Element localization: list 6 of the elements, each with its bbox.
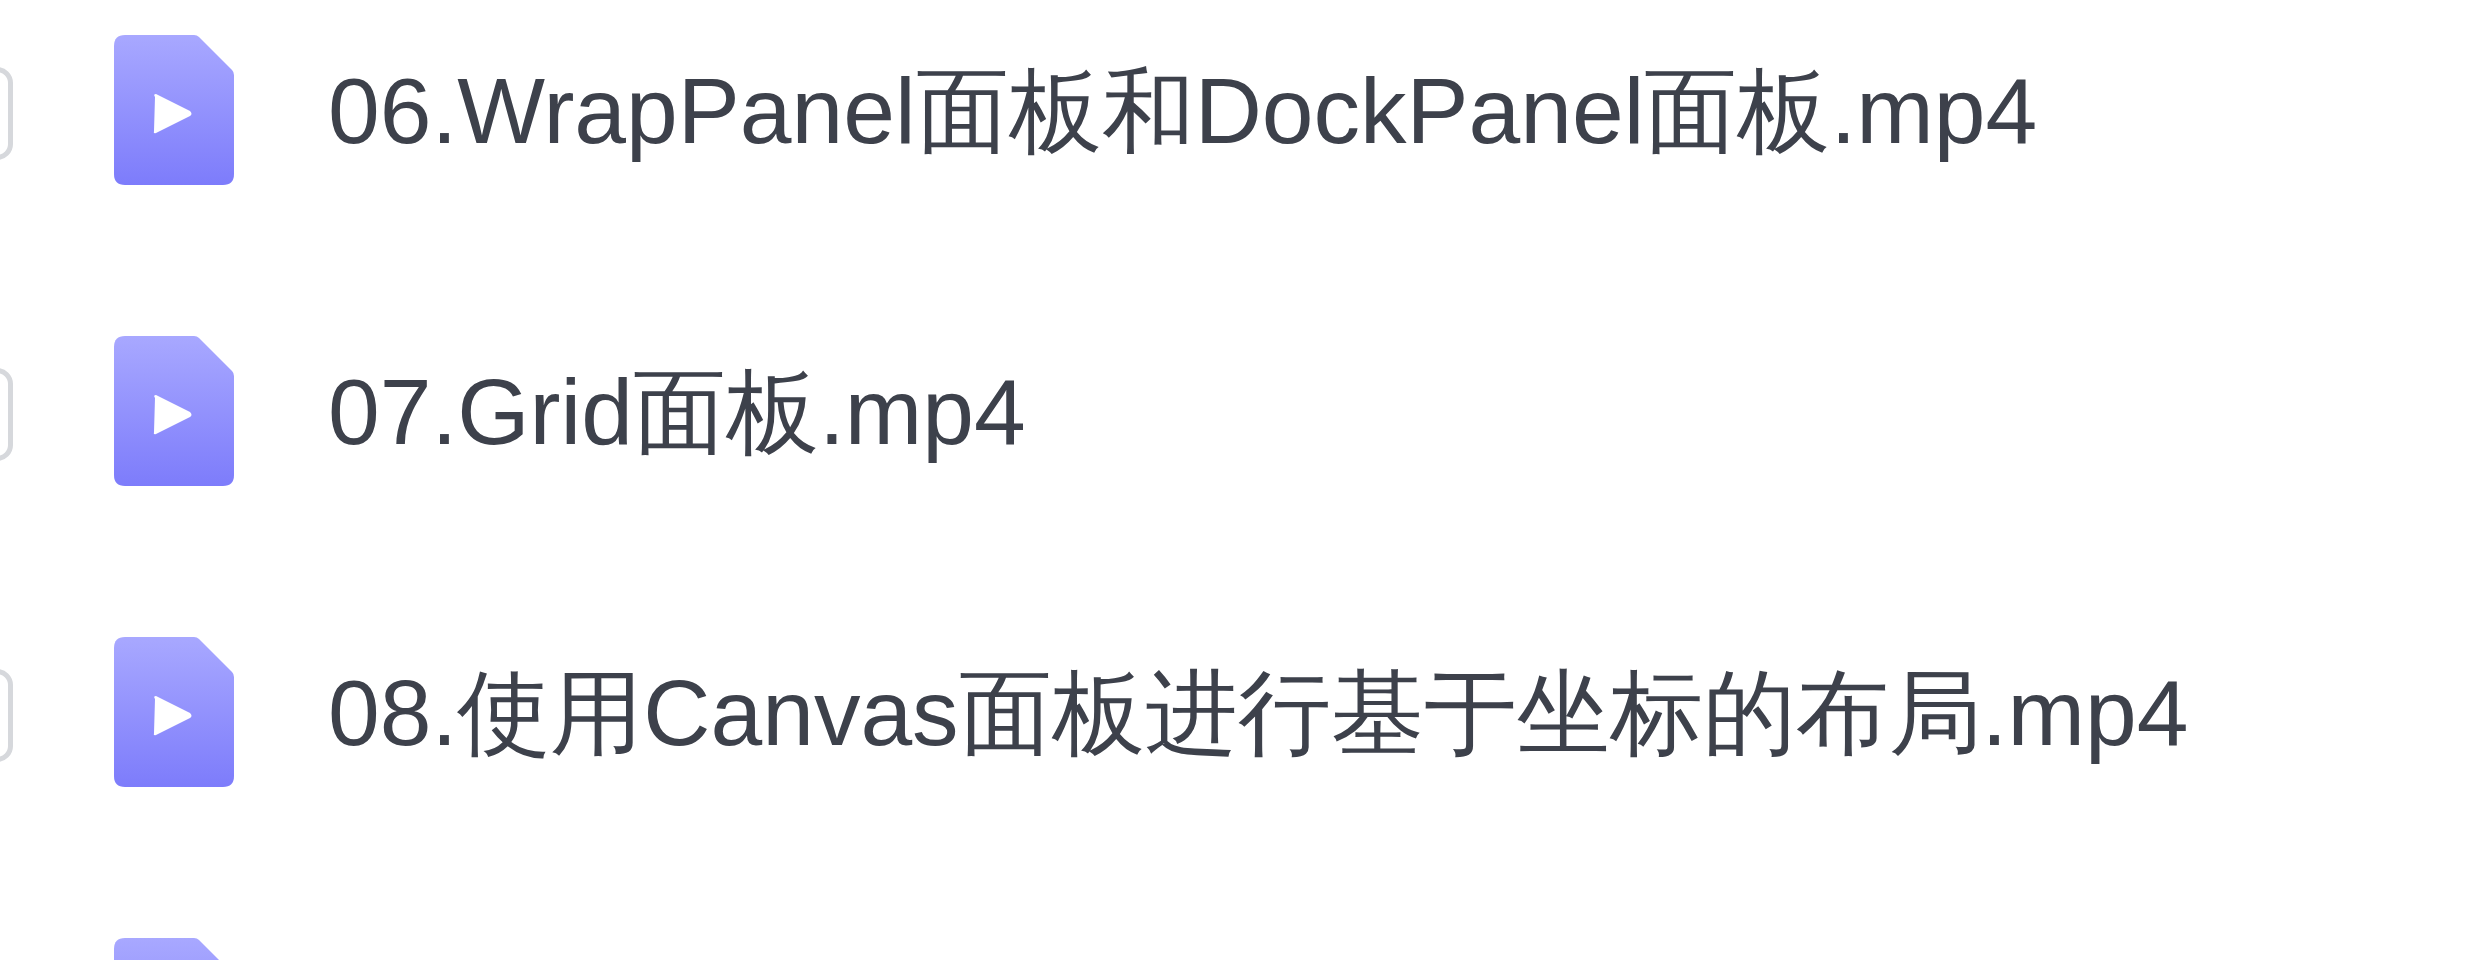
file-name[interactable]: 08.使用Canvas面板进行基于坐标的布局.mp4 [328, 658, 2189, 770]
file-name[interactable]: 07.Grid面板.mp4 [328, 357, 1026, 469]
video-file-icon [114, 336, 234, 486]
video-file-icon [114, 637, 234, 787]
video-file-icon [114, 35, 234, 185]
file-name[interactable]: 06.WrapPanel面板和DockPanel面板.mp4 [328, 56, 2038, 168]
